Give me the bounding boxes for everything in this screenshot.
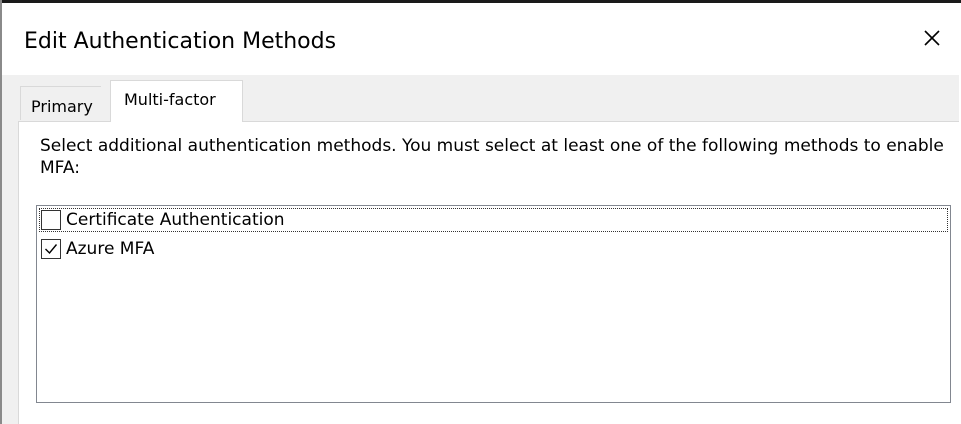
certificate-authentication-checkbox[interactable] xyxy=(41,210,61,230)
multi-factor-tab-panel: Select additional authentication methods… xyxy=(18,121,959,424)
tab-primary-label: Primary xyxy=(31,97,93,116)
close-button[interactable] xyxy=(915,21,949,55)
edit-authentication-methods-dialog: Edit Authentication Methods Primary Mult… xyxy=(0,0,961,424)
checkmark-icon xyxy=(45,244,58,255)
title-bar[interactable]: Edit Authentication Methods xyxy=(2,3,959,75)
azure-mfa-label: Azure MFA xyxy=(66,239,155,259)
dialog-client-area: Primary Multi-factor Select additional a… xyxy=(2,75,959,424)
close-icon xyxy=(924,30,940,46)
tab-multi-factor-label: Multi-factor xyxy=(124,90,216,109)
instructions-text: Select additional authentication methods… xyxy=(40,136,944,178)
window-title: Edit Authentication Methods xyxy=(24,29,337,54)
list-item-certificate-authentication[interactable]: Certificate Authentication xyxy=(39,208,948,232)
azure-mfa-checkbox[interactable] xyxy=(41,239,61,259)
authentication-methods-list[interactable]: Certificate Authentication Azure MFA xyxy=(36,205,951,403)
tab-multi-factor[interactable]: Multi-factor xyxy=(110,80,243,122)
certificate-authentication-label: Certificate Authentication xyxy=(66,210,285,230)
tab-primary[interactable]: Primary xyxy=(20,86,101,120)
list-item-azure-mfa[interactable]: Azure MFA xyxy=(39,237,154,261)
